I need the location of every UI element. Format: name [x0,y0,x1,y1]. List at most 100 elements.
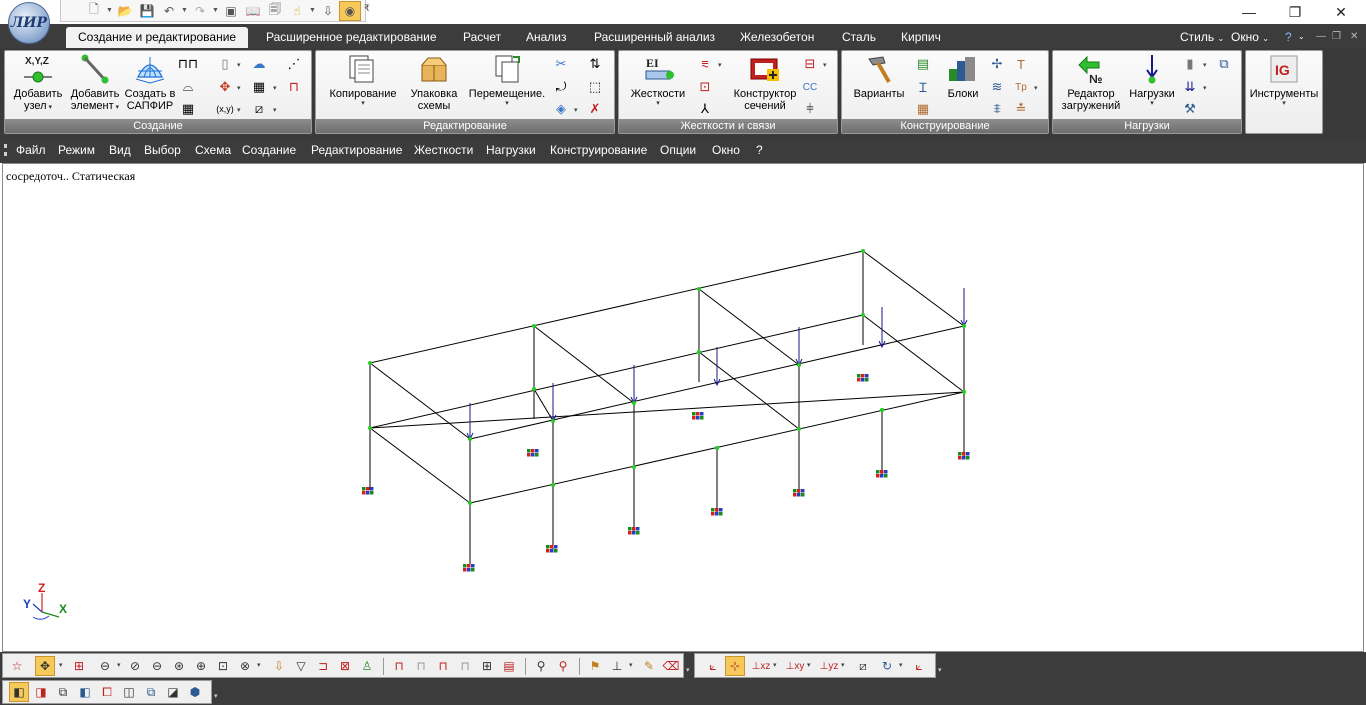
view-3d-icon[interactable]: ▣ [220,1,242,21]
tree-links-icon[interactable]: ⅄ [696,100,714,118]
menu-design[interactable]: Конструирование [550,143,647,157]
snap-cross-icon[interactable]: ✢ [988,55,1006,73]
toolbar-overflow-icon[interactable]: ▾ [938,666,942,674]
rigid-insert-icon[interactable]: ⊟ [801,55,819,73]
undo-icon[interactable]: ↶ [158,1,180,21]
surface-icon[interactable]: ☁ [250,55,268,73]
node[interactable] [880,408,884,412]
variants-button[interactable]: Варианты [848,53,910,100]
node[interactable] [697,350,701,354]
frame-view-icon[interactable]: ⊞ [69,656,89,676]
node[interactable] [962,324,966,328]
app-menu-button[interactable]: ЛИР [8,2,50,44]
beam[interactable] [369,391,965,429]
cube-wire-icon[interactable]: ◫ [119,682,139,702]
tools-button[interactable]: IG Инструменты ▾ [1248,53,1320,108]
nodes-icon[interactable]: ⊓ [433,656,453,676]
column-icon[interactable]: ▯ [216,55,234,73]
zoom-minus-icon[interactable]: ⊖ [147,656,167,676]
menu-loads[interactable]: Нагрузки [486,143,536,157]
save-icon[interactable]: 💾 [136,1,158,21]
load-tools-icon[interactable]: ⚒ [1181,100,1199,118]
node[interactable] [368,426,372,430]
fragment-icon[interactable]: ⊐ [313,656,333,676]
mirror-icon[interactable]: ◈ [552,100,570,118]
link-icon[interactable]: ⊡ [696,78,714,96]
menu-window[interactable]: Окно [712,143,740,157]
copy-load-icon[interactable]: ⧉ [1215,55,1233,73]
chevron-down-icon[interactable]: ▾ [1203,84,1207,92]
beam[interactable] [369,250,864,364]
nodes-hide-icon[interactable]: ⊓ [455,656,475,676]
zoom-fit-icon[interactable]: ⊛ [169,656,189,676]
close-button[interactable]: ✕ [1318,0,1364,24]
chevron-down-icon[interactable]: ▾ [273,84,277,92]
menu-help[interactable]: ? [756,143,763,157]
chevron-down-icon[interactable]: ▾ [718,61,722,69]
chevron-down-icon[interactable]: ▾ [629,661,633,669]
yz-projection-icon[interactable]: ⊥yz [819,656,839,676]
cube-section-icon[interactable]: ⧠ [97,682,117,702]
axes-projection-icon[interactable]: ⟀ [703,656,723,676]
selection-star-icon[interactable]: ☆ [7,656,27,676]
chevron-down-icon[interactable]: ▾ [237,106,241,114]
paint-icon[interactable]: ⚑ [585,656,605,676]
cc-icon[interactable]: CC [801,78,819,96]
chevron-down-icon[interactable]: ▾ [237,84,241,92]
tab-create-edit[interactable]: Создание и редактирование [66,27,249,48]
stiffness-button[interactable]: EI Жесткости ▾ [625,53,691,108]
search-icon[interactable]: ⚲ [531,656,551,676]
chevron-down-icon[interactable]: ⌄ [1298,27,1305,47]
open-file-icon[interactable]: 📂 [114,1,136,21]
zoom-plus-icon[interactable]: ⊕ [191,656,211,676]
mdi-minimize-icon[interactable]: — [1316,27,1326,47]
fragment-delete-icon[interactable]: ⊠ [335,656,355,676]
model-viewport[interactable]: сосредоточ.. Статическая Z X Y [2,163,1364,652]
tab-analysis[interactable]: Анализ [526,27,567,48]
zoom-frame-icon[interactable]: ⬚ [586,78,604,96]
elements-icon[interactable]: ⊓ [389,656,409,676]
chevron-down-icon[interactable]: ▾ [574,106,578,114]
chevron-down-icon[interactable]: ▾ [841,661,845,669]
zoom-out-icon[interactable]: ⊖ [95,656,115,676]
chevron-down-icon[interactable]: ▾ [273,106,277,114]
hand-pointer-icon[interactable]: ☝ [286,1,308,21]
cube-red-icon[interactable]: ◨ [31,682,51,702]
xy-projection-icon[interactable]: ⊥xy [785,656,805,676]
chevron-down-icon[interactable]: ▼ [180,7,189,14]
tab-reinforced-concrete[interactable]: Железобетон [740,27,814,48]
cube-blue-icon[interactable]: ◧ [75,682,95,702]
copy-button[interactable]: Копирование ▾ [324,53,402,108]
plane-icon[interactable]: ⧄ [853,656,873,676]
cube-view-icon[interactable]: ◧ [9,682,29,702]
cube-layers-icon[interactable]: ⧉ [53,682,73,702]
node[interactable] [551,419,555,423]
new-file-icon[interactable]: 🗋 [83,1,105,21]
node[interactable] [962,390,966,394]
toolbar-overflow-icon[interactable]: ▾ [214,692,218,700]
toolbar-grip-icon[interactable] [4,144,7,156]
help-icon[interactable]: ? [1285,27,1292,47]
scissors-icon[interactable]: ✂ [552,55,570,73]
support-marker[interactable] [546,545,558,553]
beam[interactable] [369,362,471,440]
node[interactable] [551,483,555,487]
menu-options[interactable]: Опции [660,143,696,157]
node[interactable] [861,249,865,253]
toolbar-overflow-icon[interactable]: ▾ [686,666,690,674]
mdi-close-icon[interactable]: ✕ [1350,27,1358,47]
node[interactable] [632,401,636,405]
chevron-down-icon[interactable]: ▾ [773,661,777,669]
hatch-icon[interactable]: ≋ [988,78,1006,96]
move-button[interactable]: Перемещение. ▾ [466,53,548,108]
zoom-width-icon[interactable]: ⊘ [125,656,145,676]
menu-edit[interactable]: Редактирование [311,143,402,157]
sort-icon[interactable]: ⇅ [586,55,604,73]
menu-select[interactable]: Выбор [144,143,181,157]
mdi-restore-icon[interactable]: ❐ [1332,27,1341,47]
zoom-window-icon[interactable]: ⊡ [213,656,233,676]
brick-icon[interactable]: ▦ [914,100,932,118]
beam[interactable] [698,351,800,430]
grid-generator-icon[interactable]: ▦ [179,100,197,118]
triangulation-icon[interactable]: ⋰ [285,55,303,73]
